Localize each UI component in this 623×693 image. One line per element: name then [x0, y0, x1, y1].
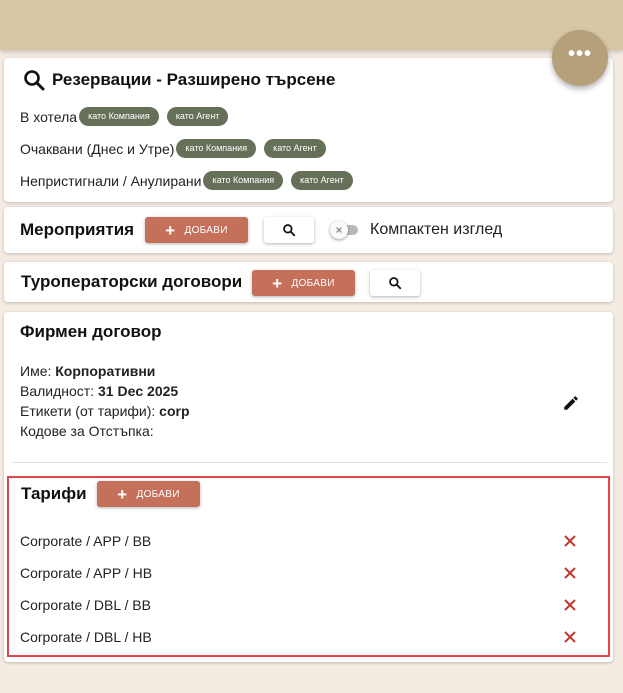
contract-codes-line: Кодове за Отстъпка: [20, 421, 190, 441]
contract-info: Име: Корпоративни Валидност: 31 Dec 2025… [20, 361, 190, 441]
add-tour-contract-button[interactable]: + ДОБАВИ [252, 270, 355, 296]
add-tariff-button[interactable]: + ДОБАВИ [97, 481, 200, 507]
search-events-button[interactable] [264, 217, 314, 243]
divider [12, 462, 607, 463]
reservations-title: Резервации - Разширено търсене [52, 70, 336, 89]
company-contract-title: Фирмен договор [20, 322, 162, 341]
tariff-row: Corporate / APP / BB [20, 531, 580, 551]
codes-label: Кодове за Отстъпка: [20, 423, 154, 439]
reservations-row-no-show: Непристигнали / Анулирани като Компания … [20, 171, 353, 190]
close-icon [564, 567, 576, 579]
tour-contracts-title: Туроператорски договори [21, 272, 243, 291]
tariff-row: Corporate / DBL / BB [20, 595, 580, 615]
tariff-name: Corporate / DBL / HB [20, 629, 152, 645]
validity-label: Валидност: [20, 383, 95, 399]
row-label: В хотела [20, 108, 78, 125]
search-icon [389, 277, 402, 290]
reservations-row-expected: Очаквани (Днес и Утре) като Компания кат… [20, 139, 326, 158]
tags-label: Етикети (от тарифи): [20, 403, 156, 419]
reservations-row-in-hotel: В хотела като Компания като Агент [20, 107, 229, 126]
close-icon [564, 631, 576, 643]
chip-as-company[interactable]: като Компания [176, 139, 257, 158]
name-value: Корпоративни [55, 363, 156, 379]
add-tariff-label: ДОБАВИ [136, 488, 180, 500]
name-label: Име: [20, 363, 52, 379]
chip-as-agent[interactable]: като Агент [264, 139, 326, 158]
chip-as-company[interactable]: като Компания [79, 107, 159, 126]
events-card: Мероприятия + ДОБАВИ Компактен изглед [4, 207, 613, 253]
events-title: Мероприятия [20, 220, 135, 239]
reservations-card: Резервации - Разширено търсене В хотела … [4, 58, 613, 202]
chip-as-agent[interactable]: като Агент [166, 107, 229, 126]
add-tour-contract-label: ДОБАВИ [291, 277, 335, 289]
contract-tags-line: Етикети (от тарифи): corp [20, 401, 190, 421]
chip-as-agent[interactable]: като Агент [291, 171, 353, 190]
company-contract-card: Фирмен договор Име: Корпоративни Валидно… [4, 312, 613, 662]
add-event-label: ДОБАВИ [184, 224, 228, 236]
tariff-name: Corporate / DBL / BB [20, 597, 151, 613]
close-icon [564, 535, 576, 547]
contract-validity-line: Валидност: 31 Dec 2025 [20, 381, 190, 401]
chip-as-company[interactable]: като Компания [203, 171, 284, 190]
more-actions-button[interactable]: ••• [552, 30, 608, 86]
tags-value: corp [159, 403, 190, 419]
tariff-row: Corporate / APP / HB [20, 563, 580, 583]
more-icon: ••• [567, 43, 592, 65]
edit-pencil-icon [564, 396, 578, 410]
search-icon [24, 70, 45, 91]
compact-view-label: Компактен изглед [370, 221, 503, 238]
validity-value: 31 Dec 2025 [98, 383, 179, 399]
close-icon [336, 227, 342, 233]
plus-icon: + [272, 273, 283, 293]
remove-tariff-button[interactable] [560, 531, 580, 551]
contract-name-line: Име: Корпоративни [20, 361, 190, 381]
top-app-bar [0, 0, 623, 50]
toggle-knob [330, 221, 348, 239]
search-icon [283, 224, 296, 237]
remove-tariff-button[interactable] [560, 563, 580, 583]
tariff-name: Corporate / APP / HB [20, 565, 153, 581]
compact-view-toggle[interactable] [330, 221, 360, 239]
plus-icon: + [165, 220, 176, 240]
edit-contract-button[interactable] [562, 394, 582, 414]
tariffs-title: Тарифи [21, 484, 87, 503]
search-tour-contracts-button[interactable] [370, 270, 420, 296]
tour-contracts-card: Туроператорски договори + ДОБАВИ [4, 262, 613, 302]
tariff-row: Corporate / DBL / HB [20, 627, 580, 647]
tariff-name: Corporate / APP / BB [20, 533, 152, 549]
close-icon [564, 599, 576, 611]
row-label: Очаквани (Днес и Утре) [20, 140, 175, 157]
add-event-button[interactable]: + ДОБАВИ [145, 217, 248, 243]
plus-icon: + [117, 484, 128, 504]
remove-tariff-button[interactable] [560, 595, 580, 615]
row-label: Непристигнали / Анулирани [20, 172, 202, 189]
remove-tariff-button[interactable] [560, 627, 580, 647]
